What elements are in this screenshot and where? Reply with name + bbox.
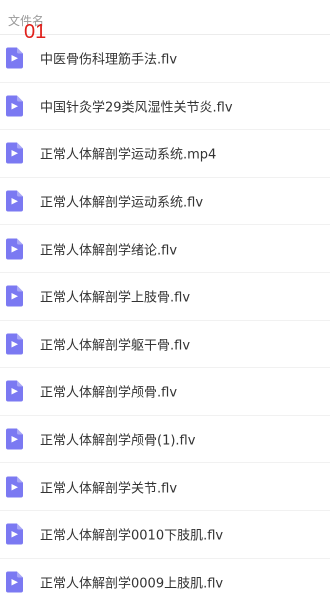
- video-file-icon: [6, 238, 23, 260]
- file-row[interactable]: 正常人体解剖学运动系统.flv: [0, 178, 330, 226]
- file-name: 正常人体解剖学颅骨(1).flv: [40, 433, 196, 449]
- file-name: 正常人体解剖学0009上肢肌.flv: [40, 576, 224, 592]
- file-list: 中医骨伤科理筋手法.flv 中国针灸学29类风湿性关节炎.flv 正常人体解剖学运动…: [0, 35, 330, 600]
- file-name: 正常人体解剖学颅骨.flv: [40, 385, 178, 401]
- video-file-icon: [6, 523, 23, 545]
- video-file-icon: [6, 190, 23, 212]
- file-name: 正常人体解剖学0010下肢肌.flv: [40, 528, 224, 544]
- file-row[interactable]: 正常人体解剖学上肢骨.flv: [0, 273, 330, 321]
- file-name: 正常人体解剖学绪论.flv: [40, 243, 178, 259]
- video-file-icon: [6, 428, 23, 450]
- file-row[interactable]: 正常人体解剖学颅骨(1).flv: [0, 416, 330, 464]
- file-name: 正常人体解剖学躯干骨.flv: [40, 338, 191, 354]
- file-name: 中国针灸学29类风湿性关节炎.flv: [40, 100, 233, 116]
- file-name: 正常人体解剖学运动系统.mp4: [40, 147, 217, 163]
- file-row[interactable]: 正常人体解剖学0010下肢肌.flv: [0, 511, 330, 559]
- video-file-icon: [6, 95, 23, 117]
- file-row[interactable]: 正常人体解剖学颅骨.flv: [0, 368, 330, 416]
- video-file-icon: [6, 47, 23, 69]
- file-row[interactable]: 正常人体解剖学绪论.flv: [0, 225, 330, 273]
- file-name: 正常人体解剖学关节.flv: [40, 481, 178, 497]
- file-name: 正常人体解剖学运动系统.flv: [40, 195, 204, 211]
- file-name: 中医骨伤科理筋手法.flv: [40, 52, 178, 68]
- video-file-icon: [6, 285, 23, 307]
- video-file-icon: [6, 571, 23, 593]
- video-file-icon: [6, 333, 23, 355]
- file-row[interactable]: 正常人体解剖学关节.flv: [0, 463, 330, 511]
- file-row[interactable]: 中医骨伤科理筋手法.flv: [0, 35, 330, 83]
- file-row[interactable]: 正常人体解剖学运动系统.mp4: [0, 130, 330, 178]
- file-row[interactable]: 中国针灸学29类风湿性关节炎.flv: [0, 83, 330, 131]
- file-list-header: 文件名 01: [0, 0, 330, 42]
- video-file-icon: [6, 476, 23, 498]
- file-name: 正常人体解剖学上肢骨.flv: [40, 290, 191, 306]
- file-row[interactable]: 正常人体解剖学躯干骨.flv: [0, 321, 330, 369]
- file-row[interactable]: 正常人体解剖学0009上肢肌.flv: [0, 559, 330, 600]
- video-file-icon: [6, 380, 23, 402]
- video-file-icon: [6, 142, 23, 164]
